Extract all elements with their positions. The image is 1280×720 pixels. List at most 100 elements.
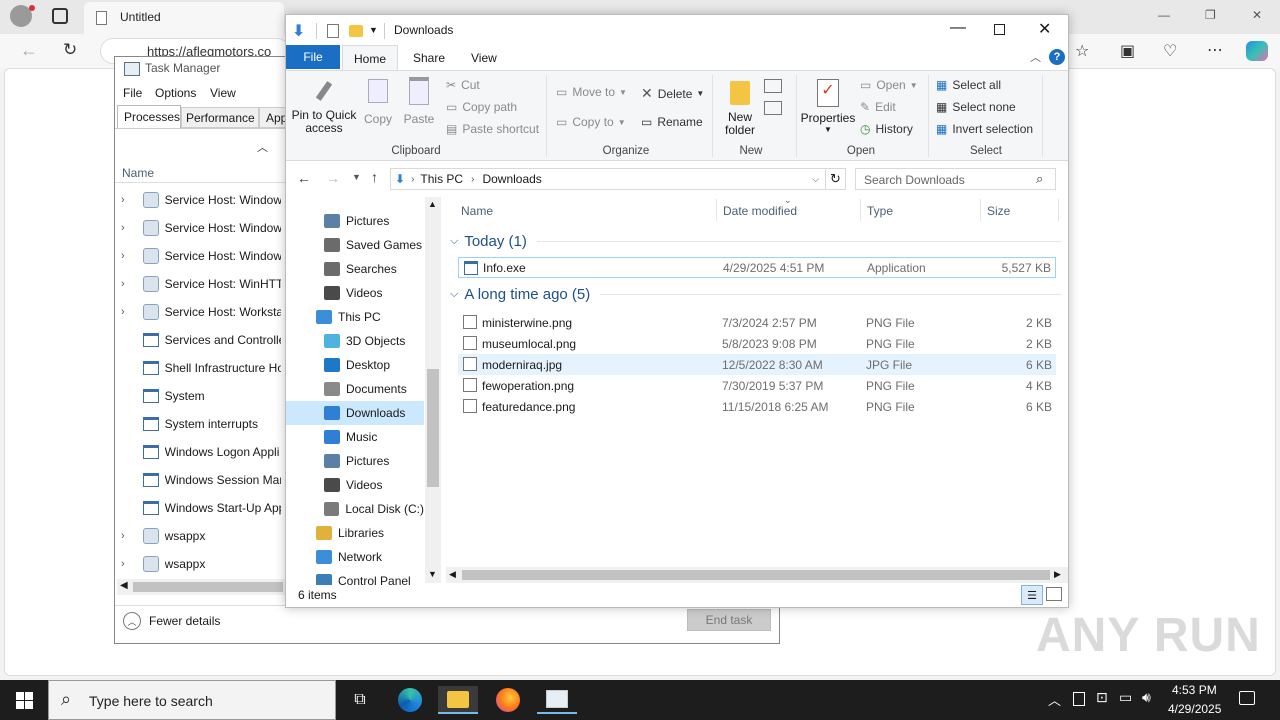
collapse-group-icon[interactable]: ⌵ bbox=[450, 235, 458, 248]
new-item-icon[interactable] bbox=[764, 79, 782, 93]
file-group-header[interactable]: ⌵ A long time ago (5) bbox=[450, 284, 1062, 304]
new-folder-button[interactable]: New folder bbox=[720, 77, 760, 143]
nav-item-local-disk-c[interactable]: Local Disk (C:) bbox=[316, 497, 424, 521]
taskbar-search-box[interactable]: ⌕ Type here to search bbox=[48, 680, 336, 720]
nav-item-3d-objects[interactable]: 3D Objects bbox=[316, 329, 424, 353]
process-row[interactable]: Windows Logon Appli bbox=[121, 438, 281, 466]
back-arrow-icon[interactable]: ← bbox=[297, 170, 311, 186]
tm-tab-performance[interactable]: Performance bbox=[181, 107, 259, 128]
file-row[interactable]: Info.exe 4/29/2025 4:51 PM Application 5,52… bbox=[458, 257, 1056, 278]
browser-essentials-icon[interactable]: ♡ bbox=[1163, 41, 1177, 61]
scroll-up-icon[interactable]: ▲ bbox=[428, 199, 437, 209]
ribbon-tab-share[interactable]: Share bbox=[413, 51, 445, 65]
expand-chevron-icon[interactable]: › bbox=[121, 194, 135, 206]
process-row[interactable]: Windows Start-Up App bbox=[121, 494, 281, 522]
process-row[interactable]: Services and Controlle bbox=[121, 326, 281, 354]
file-row[interactable]: museumlocal.png 5/8/2023 9:08 PM PNG File 2… bbox=[458, 333, 1056, 354]
large-icons-view-button[interactable] bbox=[1046, 587, 1062, 601]
paste-button[interactable]: Paste bbox=[402, 77, 436, 137]
network-icon[interactable]: ▭ bbox=[1119, 689, 1132, 706]
sort-up-icon[interactable]: ︿ bbox=[257, 139, 268, 155]
recent-locations-icon[interactable]: ▼ bbox=[352, 172, 361, 182]
tm-hscrollbar[interactable]: ◀ bbox=[117, 579, 285, 595]
task-manager-taskbar-icon[interactable] bbox=[537, 686, 577, 714]
clock-date[interactable]: 4/29/2025 bbox=[1168, 702, 1221, 716]
expand-chevron-icon[interactable]: › bbox=[121, 222, 135, 234]
select-all-button[interactable]: ▦ Select all bbox=[936, 78, 1001, 92]
notifications-icon[interactable] bbox=[1239, 691, 1255, 705]
browser-tab[interactable]: Untitled bbox=[84, 2, 284, 34]
nav-item-pictures[interactable]: Pictures bbox=[316, 449, 424, 473]
easy-access-icon[interactable] bbox=[764, 101, 782, 115]
process-row[interactable]: › wsappx bbox=[121, 550, 281, 578]
search-icon[interactable]: ⌕ bbox=[1036, 171, 1043, 187]
refresh-button[interactable]: ↻ bbox=[826, 168, 846, 190]
details-view-button[interactable]: ☰ bbox=[1021, 585, 1043, 605]
expand-chevron-icon[interactable]: › bbox=[121, 250, 135, 262]
favorites-bar-icon[interactable]: ▣ bbox=[1120, 41, 1135, 61]
nav-item-network[interactable]: Network bbox=[316, 545, 424, 569]
properties-qat-icon[interactable] bbox=[327, 24, 339, 38]
explorer-minimize-button[interactable]: — bbox=[950, 19, 966, 37]
edge-taskbar-icon[interactable] bbox=[390, 686, 430, 714]
file-row[interactable]: moderniraq.jpg 12/5/2022 8:30 AM JPG File 6… bbox=[458, 354, 1056, 375]
file-row[interactable]: fewoperation.png 7/30/2019 5:37 PM PNG Fil… bbox=[458, 375, 1056, 396]
address-breadcrumb[interactable]: ⬇ › This PC › Downloads ⌵ bbox=[390, 168, 826, 190]
process-row[interactable]: Shell Infrastructure Ho bbox=[121, 354, 281, 382]
paste-shortcut-button[interactable]: ▤ Paste shortcut bbox=[446, 122, 539, 136]
nav-item-videos[interactable]: Videos bbox=[316, 281, 424, 305]
file-list-hscrollbar[interactable]: ◀ ▶ bbox=[446, 567, 1068, 583]
nav-item-pictures[interactable]: Pictures bbox=[316, 209, 424, 233]
process-row[interactable]: Windows Session Man bbox=[121, 466, 281, 494]
tm-menu-view[interactable]: View bbox=[210, 86, 236, 100]
copilot-icon[interactable] bbox=[1246, 41, 1268, 61]
process-row[interactable]: › Service Host: Windows bbox=[121, 242, 281, 270]
firefox-taskbar-icon[interactable] bbox=[488, 686, 528, 714]
browser-close-button[interactable]: ✕ bbox=[1252, 8, 1262, 22]
nav-item-searches[interactable]: Searches bbox=[316, 257, 424, 281]
process-row[interactable]: › Service Host: WinHTTP bbox=[121, 270, 281, 298]
edit-button[interactable]: ✎ Edit bbox=[860, 100, 896, 114]
show-hidden-icons[interactable]: ︿ bbox=[1048, 690, 1061, 709]
up-arrow-icon[interactable]: ↑ bbox=[371, 169, 378, 185]
breadcrumb-this-pc[interactable]: This PC bbox=[420, 172, 463, 186]
volume-icon[interactable]: 🔊︎ bbox=[1142, 689, 1151, 706]
collapse-group-icon[interactable]: ⌵ bbox=[450, 288, 458, 301]
tray-device-icon[interactable]: ⊡ bbox=[1096, 689, 1108, 706]
ribbon-tab-view[interactable]: View bbox=[471, 51, 497, 65]
scroll-thumb[interactable] bbox=[133, 582, 283, 592]
process-row[interactable]: System interrupts bbox=[121, 410, 281, 438]
copy-to-button[interactable]: ▭ Copy to ▼ bbox=[556, 115, 626, 129]
process-row[interactable]: › Service Host: Workstat bbox=[121, 298, 281, 326]
more-icon[interactable]: ⋯ bbox=[1207, 40, 1223, 60]
process-row[interactable]: › wsappx bbox=[121, 522, 281, 550]
nav-item-documents[interactable]: Documents bbox=[316, 377, 424, 401]
tm-tab-processes[interactable]: Processes bbox=[117, 105, 181, 128]
fewer-details-button[interactable]: ︿ Fewer details bbox=[123, 611, 233, 631]
tray-app-icon[interactable] bbox=[1073, 692, 1085, 706]
column-name[interactable]: Name bbox=[461, 204, 493, 218]
nav-item-music[interactable]: Music bbox=[316, 425, 424, 449]
expand-chevron-icon[interactable]: › bbox=[121, 530, 135, 542]
column-date-modified[interactable]: Date modified bbox=[723, 204, 797, 218]
task-view-icon[interactable]: ⧉ bbox=[340, 686, 380, 714]
open-button[interactable]: ▭ Open ▼ bbox=[860, 78, 918, 92]
nav-item-desktop[interactable]: Desktop bbox=[316, 353, 424, 377]
column-size[interactable]: Size bbox=[987, 204, 1010, 218]
rename-button[interactable]: ▭ Rename bbox=[641, 115, 703, 129]
select-none-button[interactable]: ▦ Select none bbox=[936, 100, 1016, 114]
nav-item-this-pc[interactable]: This PC bbox=[316, 305, 424, 329]
process-row[interactable]: › Service Host: Windows bbox=[121, 186, 281, 214]
file-row[interactable]: ministerwine.png 7/3/2024 2:57 PM PNG File… bbox=[458, 312, 1056, 333]
favorite-icon[interactable]: ☆ bbox=[1075, 41, 1089, 61]
browser-maximize-button[interactable]: ❐ bbox=[1205, 8, 1216, 22]
breadcrumb-downloads[interactable]: Downloads bbox=[482, 172, 541, 186]
explorer-maximize-button[interactable] bbox=[994, 24, 1005, 35]
expand-chevron-icon[interactable]: › bbox=[121, 278, 135, 290]
address-dropdown-icon[interactable]: ⌵ bbox=[812, 174, 819, 185]
move-to-button[interactable]: ▭ Move to ▼ bbox=[556, 85, 627, 99]
file-row[interactable]: featuredance.png 11/15/2018 6:25 AM PNG Fi… bbox=[458, 396, 1056, 417]
expand-chevron-icon[interactable]: › bbox=[121, 306, 135, 318]
scroll-down-icon[interactable]: ▼ bbox=[428, 569, 437, 579]
qat-dropdown-icon[interactable]: ▼ bbox=[369, 25, 378, 35]
